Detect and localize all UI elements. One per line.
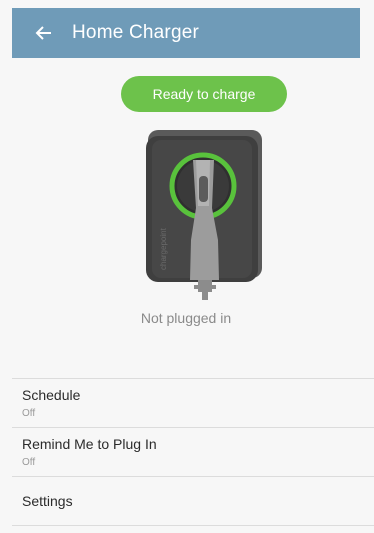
settings-list: Schedule Off Remind Me to Plug In Off Se… — [12, 378, 374, 527]
list-item-value: Off — [22, 457, 36, 468]
list-item-label: Schedule — [22, 387, 81, 403]
plug-status-text: Not plugged in — [140, 310, 232, 326]
list-item-settings[interactable]: Settings — [12, 476, 374, 525]
app-bar: Home Charger — [12, 8, 360, 58]
charger-panel: Ready to charge chargepoint Not plugged … — [12, 58, 360, 378]
list-item-value: Off — [22, 408, 36, 419]
back-button[interactable] — [32, 21, 56, 45]
status-badge: Ready to charge — [121, 76, 287, 112]
list-item-remind-plug-in[interactable]: Remind Me to Plug In Off — [12, 427, 374, 476]
list-item-schedule[interactable]: Schedule Off — [12, 378, 374, 427]
charger-device-icon: chargepoint — [146, 130, 262, 300]
brand-logo: chargepoint — [159, 227, 168, 270]
list-item-label: Settings — [22, 493, 73, 509]
list-item-label: Remind Me to Plug In — [22, 436, 157, 452]
page-title: Home Charger — [72, 22, 200, 43]
arrow-left-icon — [35, 26, 51, 40]
list-divider — [12, 525, 374, 527]
